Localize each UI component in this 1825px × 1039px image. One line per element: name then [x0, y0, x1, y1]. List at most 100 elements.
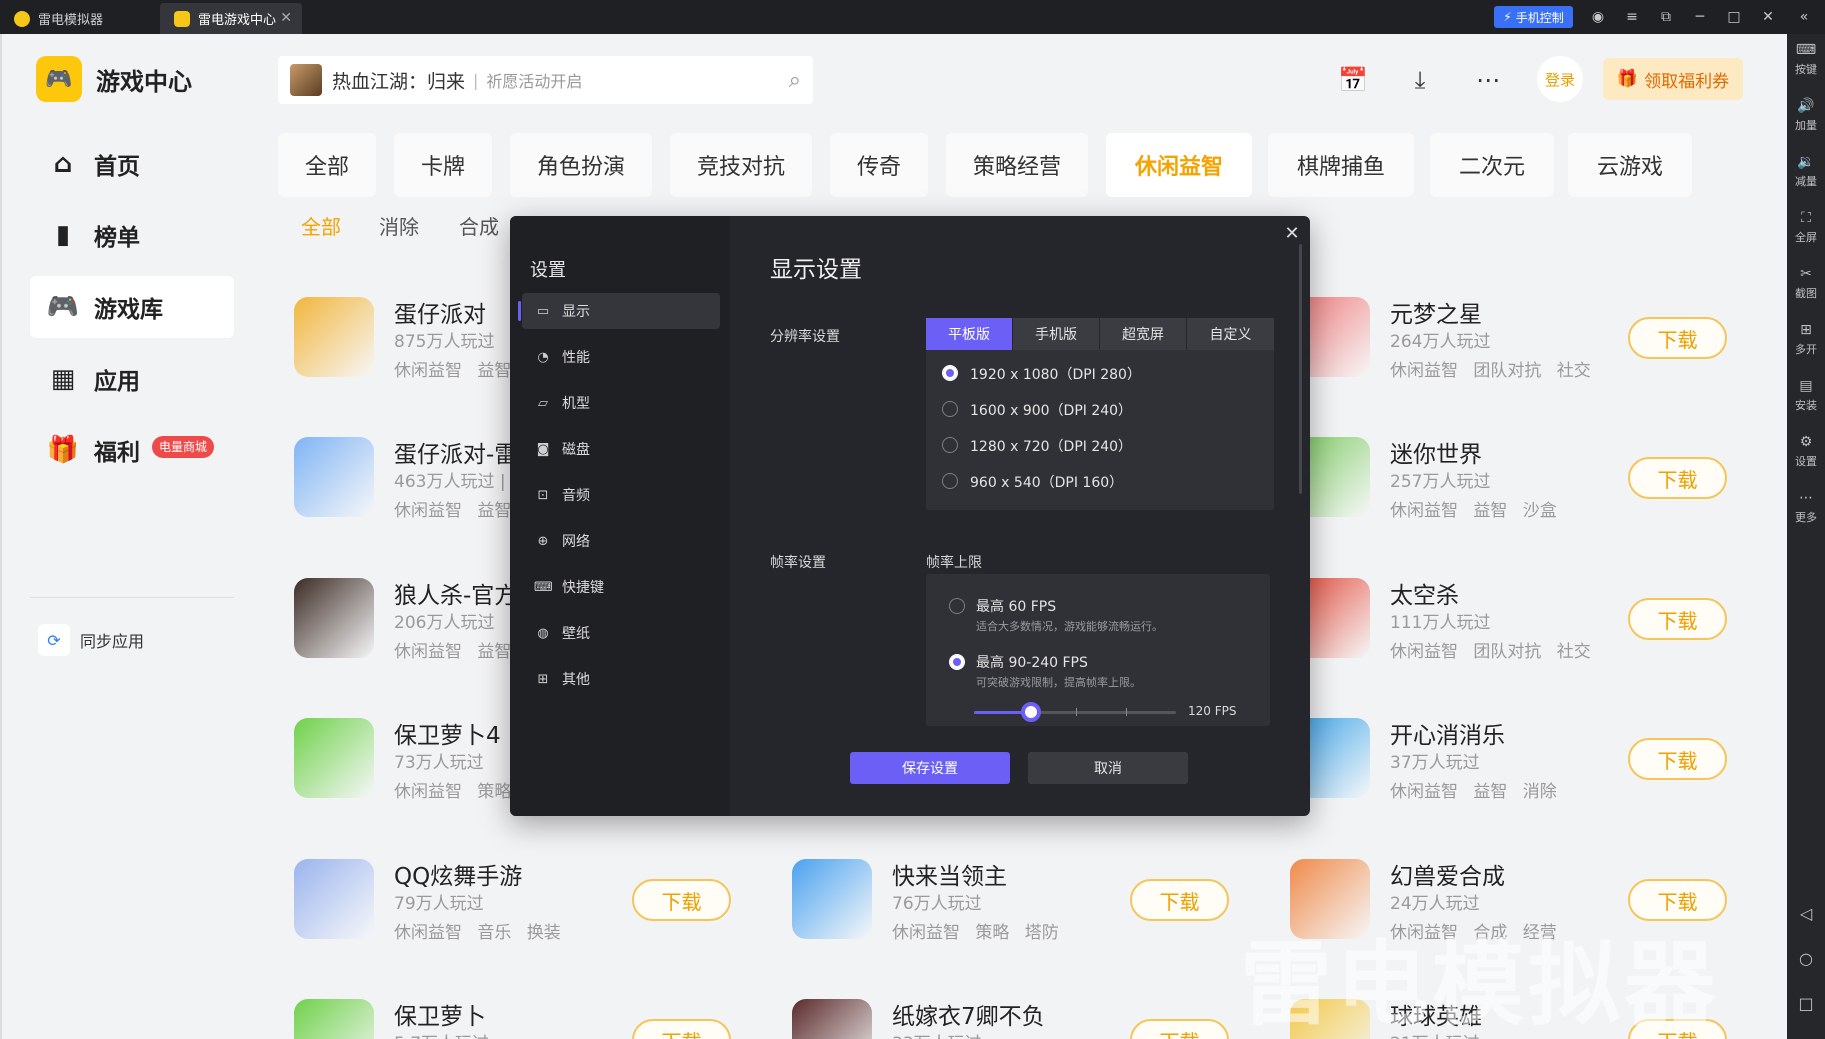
game-tags: 休闲益智 益智 沙盒: [1390, 501, 1557, 521]
download-button[interactable]: 下载: [632, 1019, 731, 1039]
sync-apps-button[interactable]: ⟳ 同步应用: [38, 624, 144, 656]
account-icon[interactable]: ◉: [1586, 6, 1610, 28]
save-settings-button[interactable]: 保存设置: [850, 752, 1010, 784]
resolution-radio[interactable]: [942, 473, 958, 489]
category-tab[interactable]: 棋牌捕鱼: [1268, 133, 1414, 197]
resolution-radio[interactable]: [942, 401, 958, 417]
resolution-radio[interactable]: [942, 365, 958, 381]
resolution-tab-phone[interactable]: 手机版: [1013, 318, 1100, 350]
game-players: 73万人玩过: [394, 753, 484, 773]
minimize-icon[interactable]: ─: [1688, 6, 1712, 28]
restore-layout-icon[interactable]: ⧉: [1654, 6, 1678, 28]
game-icon[interactable]: [294, 437, 374, 517]
game-icon[interactable]: [792, 859, 872, 939]
toolbar-fullscreen[interactable]: ⛶ 全屏: [1787, 210, 1825, 245]
sidebar-item-game-library[interactable]: 🎮 游戏库: [30, 276, 234, 338]
game-icon[interactable]: [294, 718, 374, 798]
toolbar-install[interactable]: ▤ 安装: [1787, 378, 1825, 413]
game-icon[interactable]: [294, 578, 374, 658]
category-tab[interactable]: 卡牌: [394, 133, 492, 197]
login-button[interactable]: 登录: [1537, 56, 1583, 102]
resolution-radio[interactable]: [942, 437, 958, 453]
settings-menu-item[interactable]: ⊞ 其他: [522, 661, 720, 697]
resolution-tab-tablet[interactable]: 平板版: [926, 318, 1013, 350]
close-tab-icon[interactable]: ✕: [280, 10, 292, 26]
game-icon[interactable]: [294, 999, 374, 1039]
toolbar-more[interactable]: ⋯ 更多: [1787, 490, 1825, 525]
game-icon[interactable]: [294, 859, 374, 939]
settings-menu-item[interactable]: ◍ 壁纸: [522, 615, 720, 651]
category-tab-active[interactable]: 休闲益智: [1106, 133, 1252, 197]
download-button[interactable]: 下载: [1130, 1019, 1229, 1039]
calendar-icon[interactable]: 📅: [1335, 62, 1371, 98]
search-bar[interactable]: 热血江湖：归来 | 祈愿活动开启 ⌕: [278, 56, 813, 104]
globe-icon: ⊕: [537, 533, 549, 549]
sidebar-item-home[interactable]: ⌂ 首页: [30, 133, 234, 195]
menu-icon[interactable]: ≡: [1620, 6, 1644, 28]
category-tab[interactable]: 策略经营: [946, 133, 1088, 197]
settings-menu-item[interactable]: ▭ 显示: [518, 293, 720, 329]
download-button[interactable]: 下载: [632, 879, 731, 921]
category-tab[interactable]: 二次元: [1430, 133, 1554, 197]
collapse-toolbar-icon[interactable]: «: [1792, 6, 1816, 28]
download-button[interactable]: 下载: [1130, 879, 1229, 921]
toolbar-volume-up[interactable]: 🔊 加量: [1787, 98, 1825, 133]
search-icon[interactable]: ⌕: [789, 68, 801, 93]
gauge-icon: ◔: [537, 349, 549, 365]
settings-menu-label: 网络: [562, 534, 590, 550]
settings-menu-item[interactable]: ◙ 磁盘: [522, 431, 720, 467]
fps-slider-thumb[interactable]: [1020, 702, 1041, 722]
resolution-tab-ultrawide[interactable]: 超宽屏: [1100, 318, 1187, 350]
download-button[interactable]: 下载: [1628, 317, 1727, 359]
sidebar-item-apps[interactable]: ▦ 应用: [30, 348, 234, 410]
category-tab[interactable]: 云游戏: [1568, 133, 1692, 197]
recent-apps-icon[interactable]: □: [1787, 994, 1825, 1013]
settings-menu-item[interactable]: ◔ 性能: [522, 339, 720, 375]
scrollbar[interactable]: [1299, 244, 1302, 494]
game-name: 保卫萝卜: [394, 1004, 486, 1030]
close-icon[interactable]: ✕: [1282, 224, 1302, 244]
toolbar-volume-down[interactable]: 🔉 减量: [1787, 154, 1825, 189]
settings-menu-item[interactable]: ▱ 机型: [522, 385, 720, 421]
category-tab[interactable]: 角色扮演: [510, 133, 652, 197]
scissors-icon: ✂: [1800, 266, 1812, 282]
settings-menu-item[interactable]: ⊕ 网络: [522, 523, 720, 559]
bar-chart-icon: ▮: [55, 220, 71, 250]
game-icon[interactable]: [294, 297, 374, 377]
cancel-button[interactable]: 取消: [1028, 752, 1188, 784]
phone-control-button[interactable]: ⚡ 手机控制: [1494, 6, 1573, 28]
settings-menu-item[interactable]: ⌨ 快捷键: [522, 569, 720, 605]
download-icon[interactable]: ⤓: [1402, 62, 1438, 98]
game-center-logo-icon: [174, 10, 190, 27]
resolution-tab-custom[interactable]: 自定义: [1187, 318, 1274, 350]
subcategory-tab[interactable]: 合成: [459, 211, 499, 240]
toolbar-keymap[interactable]: ⌨ 按键: [1787, 42, 1825, 77]
back-icon[interactable]: ◁: [1787, 904, 1825, 923]
category-tab[interactable]: 竞技对抗: [670, 133, 812, 197]
settings-menu-item[interactable]: ⊡ 音频: [522, 477, 720, 513]
download-button[interactable]: 下载: [1628, 457, 1727, 499]
category-tab[interactable]: 传奇: [830, 133, 928, 197]
more-icon: ⋯: [1799, 490, 1813, 506]
category-tab[interactable]: 全部: [278, 133, 376, 197]
fps-radio[interactable]: [949, 598, 965, 614]
keyboard-icon: ⌨: [1795, 42, 1817, 58]
more-icon[interactable]: ⋯: [1470, 62, 1506, 98]
sidebar-item-ranking[interactable]: ▮ 榜单: [30, 204, 234, 266]
toolbar-multi-instance[interactable]: ⊞ 多开: [1787, 322, 1825, 357]
download-button[interactable]: 下载: [1628, 738, 1727, 780]
mall-badge[interactable]: 电量商城: [152, 436, 215, 458]
maximize-icon[interactable]: □: [1722, 6, 1746, 28]
game-icon[interactable]: [792, 999, 872, 1039]
tab-emulator[interactable]: 雷电模拟器: [0, 3, 158, 34]
subcategory-tab-active[interactable]: 全部: [301, 211, 341, 240]
home-icon[interactable]: ○: [1787, 949, 1825, 968]
coupon-button[interactable]: 🎁 领取福利券: [1603, 58, 1743, 100]
subcategory-tab[interactable]: 消除: [379, 211, 419, 240]
tab-game-center[interactable]: 雷电游戏中心 ✕: [160, 3, 302, 34]
toolbar-screenshot[interactable]: ✂ 截图: [1787, 266, 1825, 301]
download-button[interactable]: 下载: [1628, 598, 1727, 640]
fps-radio[interactable]: [949, 654, 965, 670]
close-window-icon[interactable]: ✕: [1756, 6, 1780, 28]
toolbar-settings[interactable]: ⚙ 设置: [1787, 434, 1825, 469]
